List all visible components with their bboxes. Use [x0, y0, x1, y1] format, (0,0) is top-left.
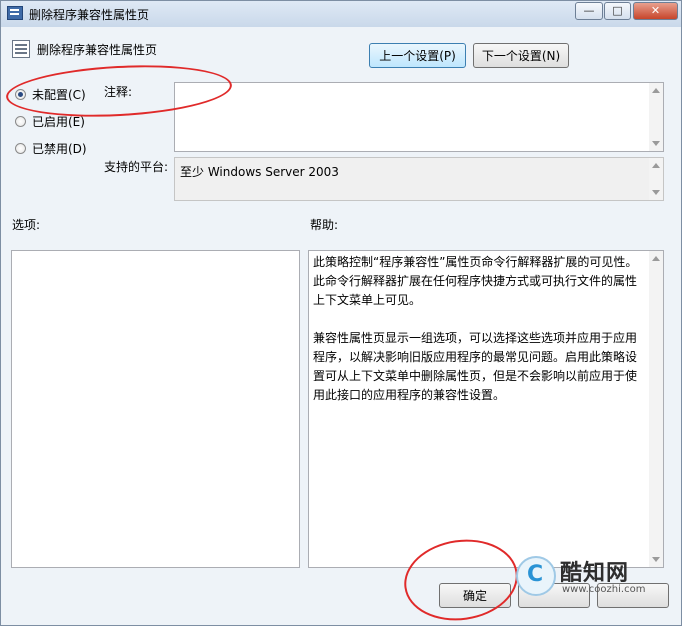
page-title: 删除程序兼容性属性页 — [37, 43, 158, 57]
help-label: 帮助: — [310, 218, 339, 232]
comment-scrollbar[interactable] — [649, 83, 663, 151]
next-setting-button[interactable]: 下一个设置(N) — [473, 43, 569, 68]
close-button[interactable]: ✕ — [633, 2, 678, 20]
radio-button[interactable] — [15, 116, 26, 127]
options-label: 选项: — [12, 218, 41, 232]
platform-label: 支持的平台: — [104, 160, 169, 174]
watermark-name: 酷知网 — [560, 561, 630, 586]
scroll-down-icon[interactable] — [652, 190, 660, 195]
platform-scrollbar[interactable] — [649, 158, 663, 200]
scroll-down-icon[interactable] — [652, 557, 660, 562]
window-title: 删除程序兼容性属性页 — [29, 8, 150, 22]
help-paragraph: 此策略控制“程序兼容性”属性页命令行解释器扩展的可见性。此命令行解释器扩展在任何… — [313, 255, 638, 307]
options-panel[interactable] — [11, 250, 300, 568]
watermark-url: www.coozhi.com — [562, 584, 646, 595]
radio-label: 已禁用(D) — [32, 142, 87, 156]
scroll-up-icon[interactable] — [652, 256, 660, 261]
comment-textarea[interactable] — [174, 82, 664, 152]
platform-value: 至少 Windows Server 2003 — [180, 165, 339, 179]
minimize-icon: — — [583, 4, 595, 17]
policy-icon — [7, 6, 23, 20]
radio-button[interactable] — [15, 143, 26, 154]
help-paragraph: 兼容性属性页显示一组选项，可以选择这些选项并应用于应用程序，以解决影响旧版应用程… — [313, 331, 638, 402]
help-scrollbar[interactable] — [649, 251, 663, 567]
settings-page-icon — [12, 40, 30, 58]
watermark-logo-icon — [516, 556, 556, 596]
title-bar[interactable]: 删除程序兼容性属性页 — □ ✕ — [1, 1, 681, 27]
scroll-up-icon[interactable] — [652, 88, 660, 93]
help-panel[interactable]: 此策略控制“程序兼容性”属性页命令行解释器扩展的可见性。此命令行解释器扩展在任何… — [308, 250, 664, 568]
scroll-up-icon[interactable] — [652, 163, 660, 168]
help-text: 此策略控制“程序兼容性”属性页命令行解释器扩展的可见性。此命令行解释器扩展在任何… — [313, 253, 643, 424]
scroll-down-icon[interactable] — [652, 141, 660, 146]
close-icon: ✕ — [650, 4, 661, 17]
maximize-button[interactable]: □ — [604, 2, 631, 20]
maximize-icon: □ — [612, 4, 623, 17]
minimize-button[interactable]: — — [575, 2, 603, 20]
platform-field: 至少 Windows Server 2003 — [174, 157, 664, 201]
previous-setting-button[interactable]: 上一个设置(P) — [369, 43, 466, 68]
